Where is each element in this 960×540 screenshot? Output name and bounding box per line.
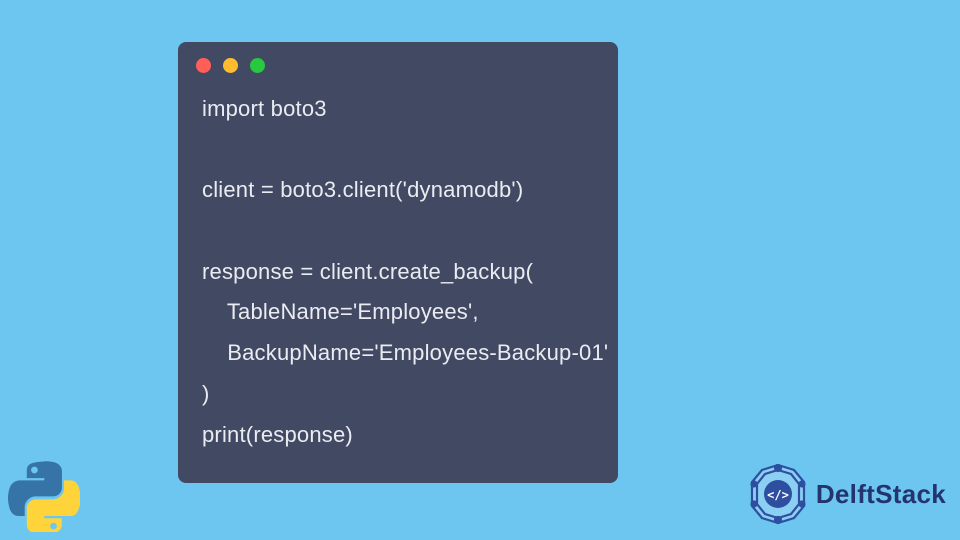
code-window: import boto3 client = boto3.client('dyna… bbox=[178, 42, 618, 483]
svg-text:</>: </> bbox=[767, 488, 789, 502]
brand-name: DelftStack bbox=[816, 479, 946, 510]
maximize-icon bbox=[250, 58, 265, 73]
brand-badge-icon: </> bbox=[746, 462, 810, 526]
brand-area: </> DelftStack bbox=[746, 462, 946, 526]
close-icon bbox=[196, 58, 211, 73]
minimize-icon bbox=[223, 58, 238, 73]
python-logo-icon bbox=[8, 460, 80, 532]
code-block: import boto3 client = boto3.client('dyna… bbox=[178, 85, 618, 459]
window-controls bbox=[178, 42, 618, 85]
